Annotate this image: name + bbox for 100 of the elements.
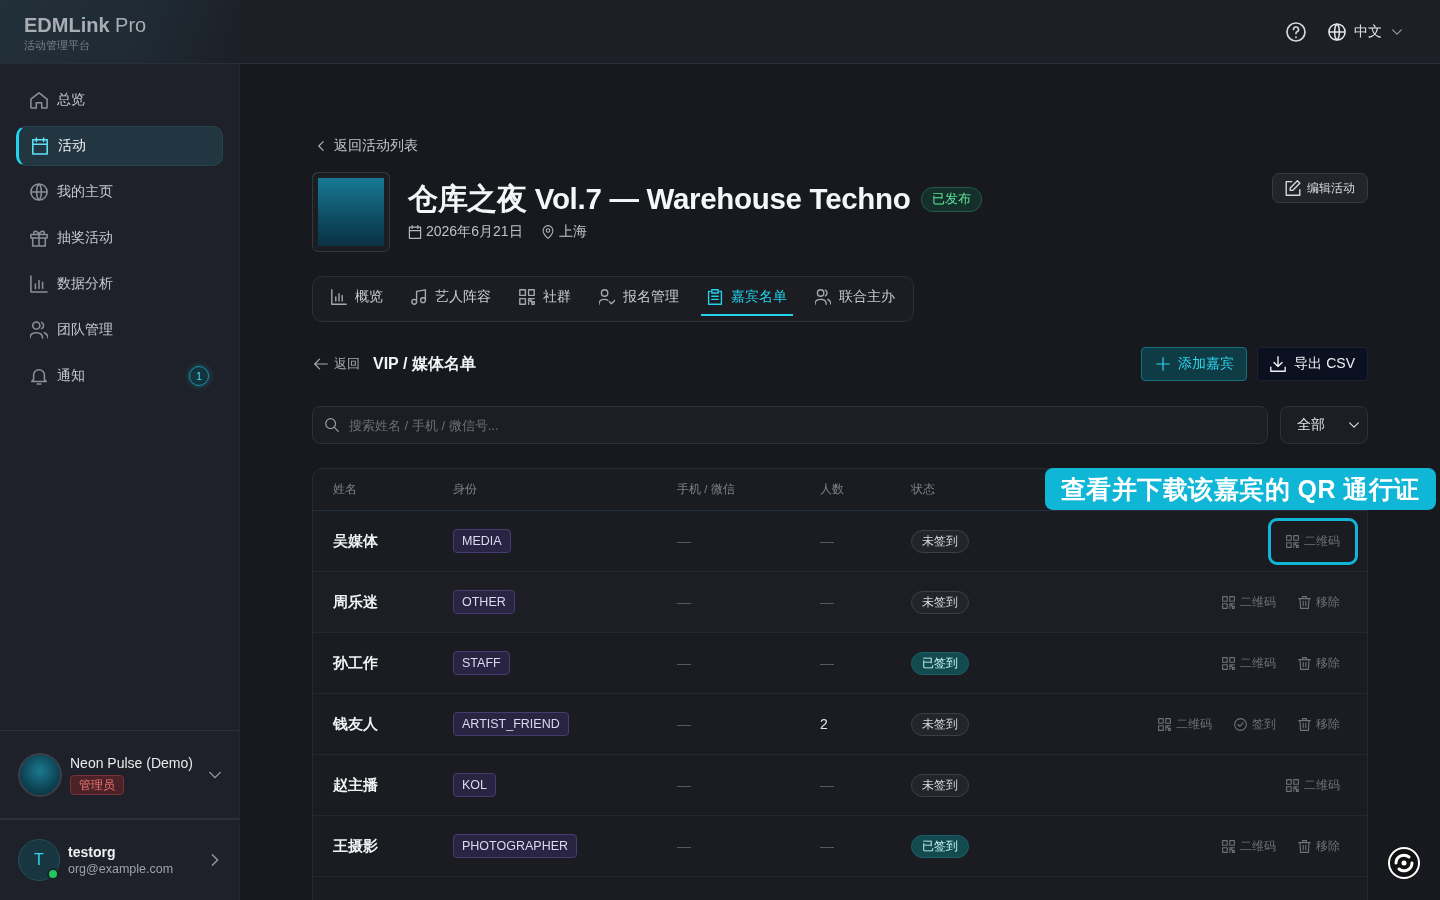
calendar-icon bbox=[31, 137, 49, 155]
column-header: 状态 bbox=[911, 482, 936, 497]
contact-text: — bbox=[677, 594, 691, 610]
guest-count: — bbox=[820, 838, 834, 854]
qr-code-button[interactable]: 二维码 bbox=[1286, 776, 1340, 794]
home-icon bbox=[30, 91, 48, 109]
check-in-status: 未签到 bbox=[911, 773, 969, 797]
language-switcher[interactable]: 中文 bbox=[1328, 22, 1402, 41]
event-location: 上海 bbox=[558, 223, 587, 241]
user-name: testorg bbox=[68, 842, 116, 861]
nav-item[interactable]: 我的主页 bbox=[16, 172, 223, 212]
tab[interactable]: 报名管理 bbox=[593, 278, 685, 316]
nav-item[interactable]: 总览 bbox=[16, 80, 223, 120]
role-badge: 管理员 bbox=[70, 774, 124, 795]
arrow-left-icon bbox=[314, 357, 328, 371]
bar-chart-icon bbox=[30, 275, 48, 293]
user-check-icon bbox=[599, 289, 615, 305]
list-title: VIP / 媒体名单 bbox=[373, 353, 476, 374]
contact-text: — bbox=[677, 716, 691, 732]
chevron-down-icon bbox=[1392, 26, 1402, 37]
back-button[interactable]: 返回 bbox=[314, 355, 360, 373]
users-icon bbox=[30, 321, 48, 339]
qr-code-icon bbox=[1222, 839, 1235, 853]
guest-count: — bbox=[820, 777, 834, 793]
tab[interactable]: 嘉宾名单 bbox=[701, 278, 793, 316]
nav-item[interactable]: 通知 1 bbox=[16, 356, 223, 396]
gift-icon bbox=[30, 229, 48, 247]
bell-icon bbox=[30, 367, 48, 385]
calendar-icon bbox=[408, 225, 422, 239]
contact-text: — bbox=[677, 838, 691, 854]
role-tag: PHOTOGRAPHER bbox=[453, 834, 578, 858]
user-email: org@example.com bbox=[68, 860, 174, 878]
check-in-status: 未签到 bbox=[911, 529, 969, 553]
nav-item[interactable]: 抽奖活动 bbox=[16, 218, 223, 258]
search-field[interactable]: 搜索姓名 / 手机 / 微信号... bbox=[312, 406, 1268, 444]
export-csv-button[interactable]: 导出 CSV bbox=[1257, 347, 1368, 381]
guest-name: 王摄影 bbox=[333, 836, 379, 856]
qr-code-button[interactable]: 二维码 bbox=[1222, 593, 1276, 611]
tab[interactable]: 社群 bbox=[513, 278, 577, 316]
chevron-down-icon bbox=[1349, 420, 1359, 430]
edit-event-button[interactable]: 编辑活动 bbox=[1272, 173, 1368, 203]
nav-item[interactable]: 数据分析 bbox=[16, 264, 223, 304]
column-header: 身份 bbox=[453, 482, 478, 497]
guest-name: 孙工作 bbox=[333, 653, 379, 673]
chevron-left-icon bbox=[316, 141, 326, 151]
trash-icon bbox=[1298, 839, 1311, 853]
add-guest-button[interactable]: 添加嘉宾 bbox=[1141, 347, 1248, 381]
remove-button[interactable]: 移除 bbox=[1298, 593, 1340, 611]
trash-icon bbox=[1298, 717, 1311, 731]
qr-code-button[interactable]: 二维码 bbox=[1158, 715, 1212, 733]
qr-code-button[interactable]: 二维码 bbox=[1222, 837, 1276, 855]
plus-icon bbox=[1156, 357, 1171, 371]
org-name: Neon Pulse (Demo) bbox=[70, 754, 193, 771]
qr-code-icon bbox=[1158, 717, 1171, 731]
nav-item[interactable]: 团队管理 bbox=[16, 310, 223, 350]
role-tag: ARTIST_FRIEND bbox=[453, 712, 569, 736]
map-pin-icon bbox=[540, 225, 555, 239]
guest-name: 钱友人 bbox=[333, 714, 379, 734]
contact-text: — bbox=[677, 655, 691, 671]
role-tag: KOL bbox=[453, 773, 496, 797]
guest-count: — bbox=[820, 533, 834, 549]
remove-button[interactable]: 移除 bbox=[1298, 715, 1340, 733]
qr-code-button[interactable]: 二维码 bbox=[1222, 654, 1276, 672]
search-icon bbox=[325, 418, 339, 432]
org-avatar bbox=[18, 752, 62, 797]
check-in-status: 未签到 bbox=[911, 712, 969, 736]
event-date: 2026年6月21日 bbox=[426, 223, 523, 241]
guest-count: — bbox=[820, 655, 834, 671]
qr-code-icon bbox=[519, 289, 535, 305]
edit-icon bbox=[1285, 180, 1301, 196]
guest-name: 周乐迷 bbox=[333, 592, 379, 612]
back-link[interactable]: 返回活动列表 bbox=[316, 136, 418, 156]
users-icon bbox=[815, 289, 831, 305]
role-tag: STAFF bbox=[453, 651, 510, 675]
user-initial: T bbox=[34, 851, 44, 869]
circle-logo-icon[interactable] bbox=[1388, 847, 1420, 879]
help-icon[interactable] bbox=[1286, 21, 1306, 42]
remove-button[interactable]: 移除 bbox=[1298, 837, 1340, 855]
tab[interactable]: 艺人阵容 bbox=[405, 278, 497, 316]
guest-count: — bbox=[820, 594, 834, 610]
trash-icon bbox=[1298, 595, 1311, 609]
check-in-button[interactable]: 签到 bbox=[1234, 715, 1276, 733]
remove-button[interactable]: 移除 bbox=[1298, 654, 1340, 672]
filter-select[interactable]: 全部 bbox=[1280, 406, 1368, 444]
column-header: 姓名 bbox=[333, 482, 358, 497]
check-in-status: 未签到 bbox=[911, 590, 969, 614]
trash-icon bbox=[1298, 656, 1311, 670]
nav-item[interactable]: 活动 bbox=[16, 126, 223, 166]
download-icon bbox=[1270, 356, 1287, 372]
event-title: 仓库之夜 Vol.7 — Warehouse Techno bbox=[408, 181, 911, 217]
check-in-status: 已签到 bbox=[911, 651, 969, 675]
check-in-status: 已签到 bbox=[911, 834, 969, 858]
chevron-right-icon[interactable] bbox=[209, 854, 221, 866]
guest-name: 吴媒体 bbox=[333, 531, 379, 551]
tab[interactable]: 联合主办 bbox=[809, 278, 901, 316]
role-tag: MEDIA bbox=[453, 529, 511, 553]
globe-icon bbox=[30, 183, 48, 201]
music-note-icon bbox=[411, 289, 427, 305]
qr-code-button[interactable]: 二维码 bbox=[1268, 517, 1358, 565]
tab[interactable]: 概览 bbox=[325, 278, 389, 316]
